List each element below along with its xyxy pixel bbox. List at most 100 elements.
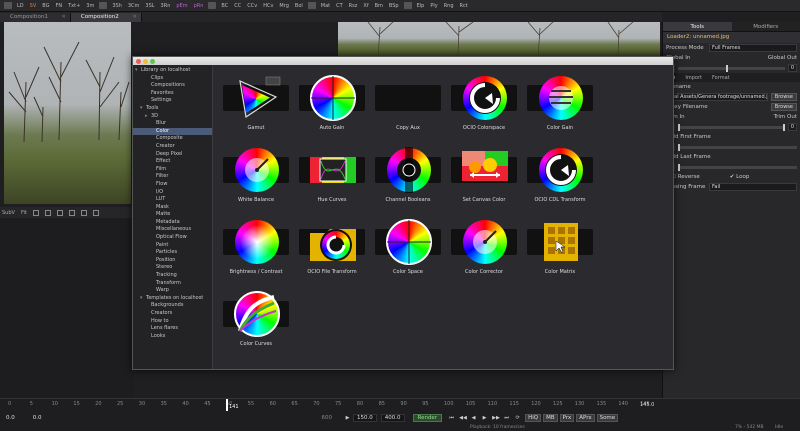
step-forward-icon[interactable]: ▶▶ xyxy=(492,415,500,421)
toolbar-button-pem[interactable]: pEm xyxy=(175,3,188,9)
toolbar-button-ld[interactable]: LD xyxy=(16,3,25,9)
tree-item[interactable]: ▸ 3D xyxy=(133,113,212,121)
tree-item[interactable]: Mask xyxy=(133,204,212,212)
tree-item[interactable]: Deep Pixel xyxy=(133,151,212,159)
trim-slider[interactable] xyxy=(678,123,785,131)
toolbar-button-xf[interactable]: Xf xyxy=(362,3,369,9)
viewer-right[interactable] xyxy=(338,22,660,58)
tool-auto-gain[interactable]: Auto Gain xyxy=(295,69,369,139)
tool-color-space[interactable]: Color Space xyxy=(371,213,445,283)
toolbar-button-ct[interactable]: CT xyxy=(335,3,344,9)
render-end-time[interactable]: 400.0 xyxy=(380,414,405,422)
tool-brightness-contrast[interactable]: Brightness / Contrast xyxy=(219,213,293,283)
roi-icon[interactable] xyxy=(32,209,39,216)
toolbar-button-prn[interactable]: pRn xyxy=(193,3,205,9)
tree-item[interactable]: LUT xyxy=(133,196,212,204)
tree-item[interactable]: Warp xyxy=(133,287,212,295)
toolbar-button-3cm[interactable]: 3Cm xyxy=(127,3,141,9)
tree-item[interactable]: Position xyxy=(133,257,212,265)
global-range-slider[interactable] xyxy=(678,64,785,72)
play-reverse-icon[interactable]: ◀ xyxy=(470,415,477,421)
tree-item[interactable]: ▾ Tools xyxy=(133,105,212,113)
tree-item[interactable]: Filter xyxy=(133,173,212,181)
browse-button[interactable]: Browse xyxy=(770,93,797,101)
library-titlebar[interactable] xyxy=(133,57,673,65)
toolbar-button-bg[interactable]: BG xyxy=(41,3,50,9)
loop-checkbox[interactable]: ✔ Loop xyxy=(730,174,750,180)
toolbar-button-elp[interactable]: Elp xyxy=(416,3,426,9)
channels-icon[interactable] xyxy=(80,209,87,216)
tree-item[interactable]: Paint xyxy=(133,242,212,250)
toolbar-button-mat[interactable]: Mat xyxy=(320,3,331,9)
aprx-button[interactable]: APrx xyxy=(576,414,595,422)
grid-icon[interactable] xyxy=(44,209,51,216)
tree-item[interactable]: Film xyxy=(133,166,212,174)
fit-button[interactable]: Fit xyxy=(21,210,27,216)
tree-item[interactable]: Optical Flow xyxy=(133,234,212,242)
tree-item[interactable]: Compositions xyxy=(133,82,212,90)
tree-item[interactable]: Effect xyxy=(133,158,212,166)
trim-out-field[interactable]: 0 xyxy=(787,123,797,131)
toolbar-button-bc[interactable]: BC xyxy=(220,3,229,9)
toolbar-button-ply[interactable]: Ply xyxy=(429,3,438,9)
subtab-format[interactable]: Format xyxy=(712,75,730,81)
tree-item[interactable]: Favorites xyxy=(133,90,212,98)
tool-color-corrector[interactable]: Color Corrector xyxy=(447,213,521,283)
hold-first-slider[interactable] xyxy=(678,143,797,151)
proxy-browse-button[interactable]: Browse xyxy=(770,103,797,111)
tree-item[interactable]: Looks xyxy=(133,333,212,341)
toolbar-button-rsz[interactable]: Rsz xyxy=(348,3,359,9)
global-out-field[interactable]: 0 xyxy=(787,64,797,72)
global-start-field[interactable]: 0.0 xyxy=(6,415,15,421)
reverse-checkbox[interactable]: ☐ Reverse xyxy=(671,174,700,180)
tree-item[interactable]: Composite xyxy=(133,135,212,143)
toolbar-button-3sl[interactable]: 3SL xyxy=(144,3,155,9)
missing-frames-select[interactable]: Fail xyxy=(709,183,797,191)
toolbar-button-fn[interactable]: FN xyxy=(54,3,63,9)
tree-item[interactable]: Miscellaneous xyxy=(133,226,212,234)
filename-field[interactable]: eral Assets/Genera footrage/unnamed.jpg xyxy=(666,93,768,101)
go-to-start-icon[interactable]: ⏮ xyxy=(448,415,455,421)
process-mode-select[interactable]: Full Frames xyxy=(709,44,797,52)
some-button[interactable]: Some xyxy=(596,414,619,422)
toolbar-button-ccv[interactable]: CCv xyxy=(246,3,258,9)
tool-ocio-cdl-transform[interactable]: OCIO CDL Transform xyxy=(523,141,597,211)
tool-ocio-colorspace[interactable]: OCIO Colorspace xyxy=(447,69,521,139)
tree-item[interactable]: Tracking xyxy=(133,272,212,280)
render-start-field[interactable]: 0.0 xyxy=(33,415,42,421)
tree-item[interactable]: Backgrounds xyxy=(133,302,212,310)
tree-item[interactable]: ▾ Templates on localhost xyxy=(133,295,212,303)
step-back-icon[interactable]: ◀◀ xyxy=(459,415,467,421)
go-to-end-icon[interactable]: ⏭ xyxy=(503,415,510,421)
close-window-icon[interactable] xyxy=(136,58,141,64)
toolbar-button-mrg[interactable]: Mrg xyxy=(278,3,289,9)
play-icon[interactable]: ▶ xyxy=(481,415,488,421)
mb-button[interactable]: MB xyxy=(543,414,558,422)
toolbar-button-hcv[interactable]: HCv xyxy=(262,3,274,9)
render-start-time[interactable]: 150.0 xyxy=(353,414,377,422)
guides-icon[interactable] xyxy=(92,209,99,216)
tree-item[interactable]: Clips xyxy=(133,75,212,83)
hiq-button[interactable]: HiQ xyxy=(525,414,542,422)
viewer-left[interactable] xyxy=(4,22,131,204)
current-time-field[interactable]: 600 xyxy=(322,415,333,421)
tool-hue-curves[interactable]: Hue Curves xyxy=(295,141,369,211)
playhead[interactable] xyxy=(226,399,228,411)
tool-color-matrix[interactable]: Color Matrix xyxy=(523,213,597,283)
minimize-window-icon[interactable] xyxy=(143,58,148,64)
tab-composition2[interactable]: Composition2 ✕ xyxy=(70,13,142,22)
node-editor[interactable] xyxy=(0,218,134,398)
tree-item[interactable]: Settings xyxy=(133,97,212,105)
toolbar-button-bm[interactable]: Bm xyxy=(374,3,384,9)
tree-item[interactable]: Blur xyxy=(133,120,212,128)
close-icon[interactable]: ✕ xyxy=(62,14,66,20)
tree-item[interactable]: Transform xyxy=(133,280,212,288)
render-button[interactable]: Render xyxy=(412,414,443,422)
tree-item[interactable]: Lens flares xyxy=(133,325,212,333)
subtab-import[interactable]: Import xyxy=(685,75,702,81)
toolbar-button-bol[interactable]: Bol xyxy=(294,3,304,9)
tree-item[interactable]: Creators xyxy=(133,310,212,318)
tree-item[interactable]: Stereo xyxy=(133,264,212,272)
toolbar-button-3rn[interactable]: 3Rn xyxy=(160,3,172,9)
toolbar-button-rct[interactable]: Rct xyxy=(459,3,469,9)
